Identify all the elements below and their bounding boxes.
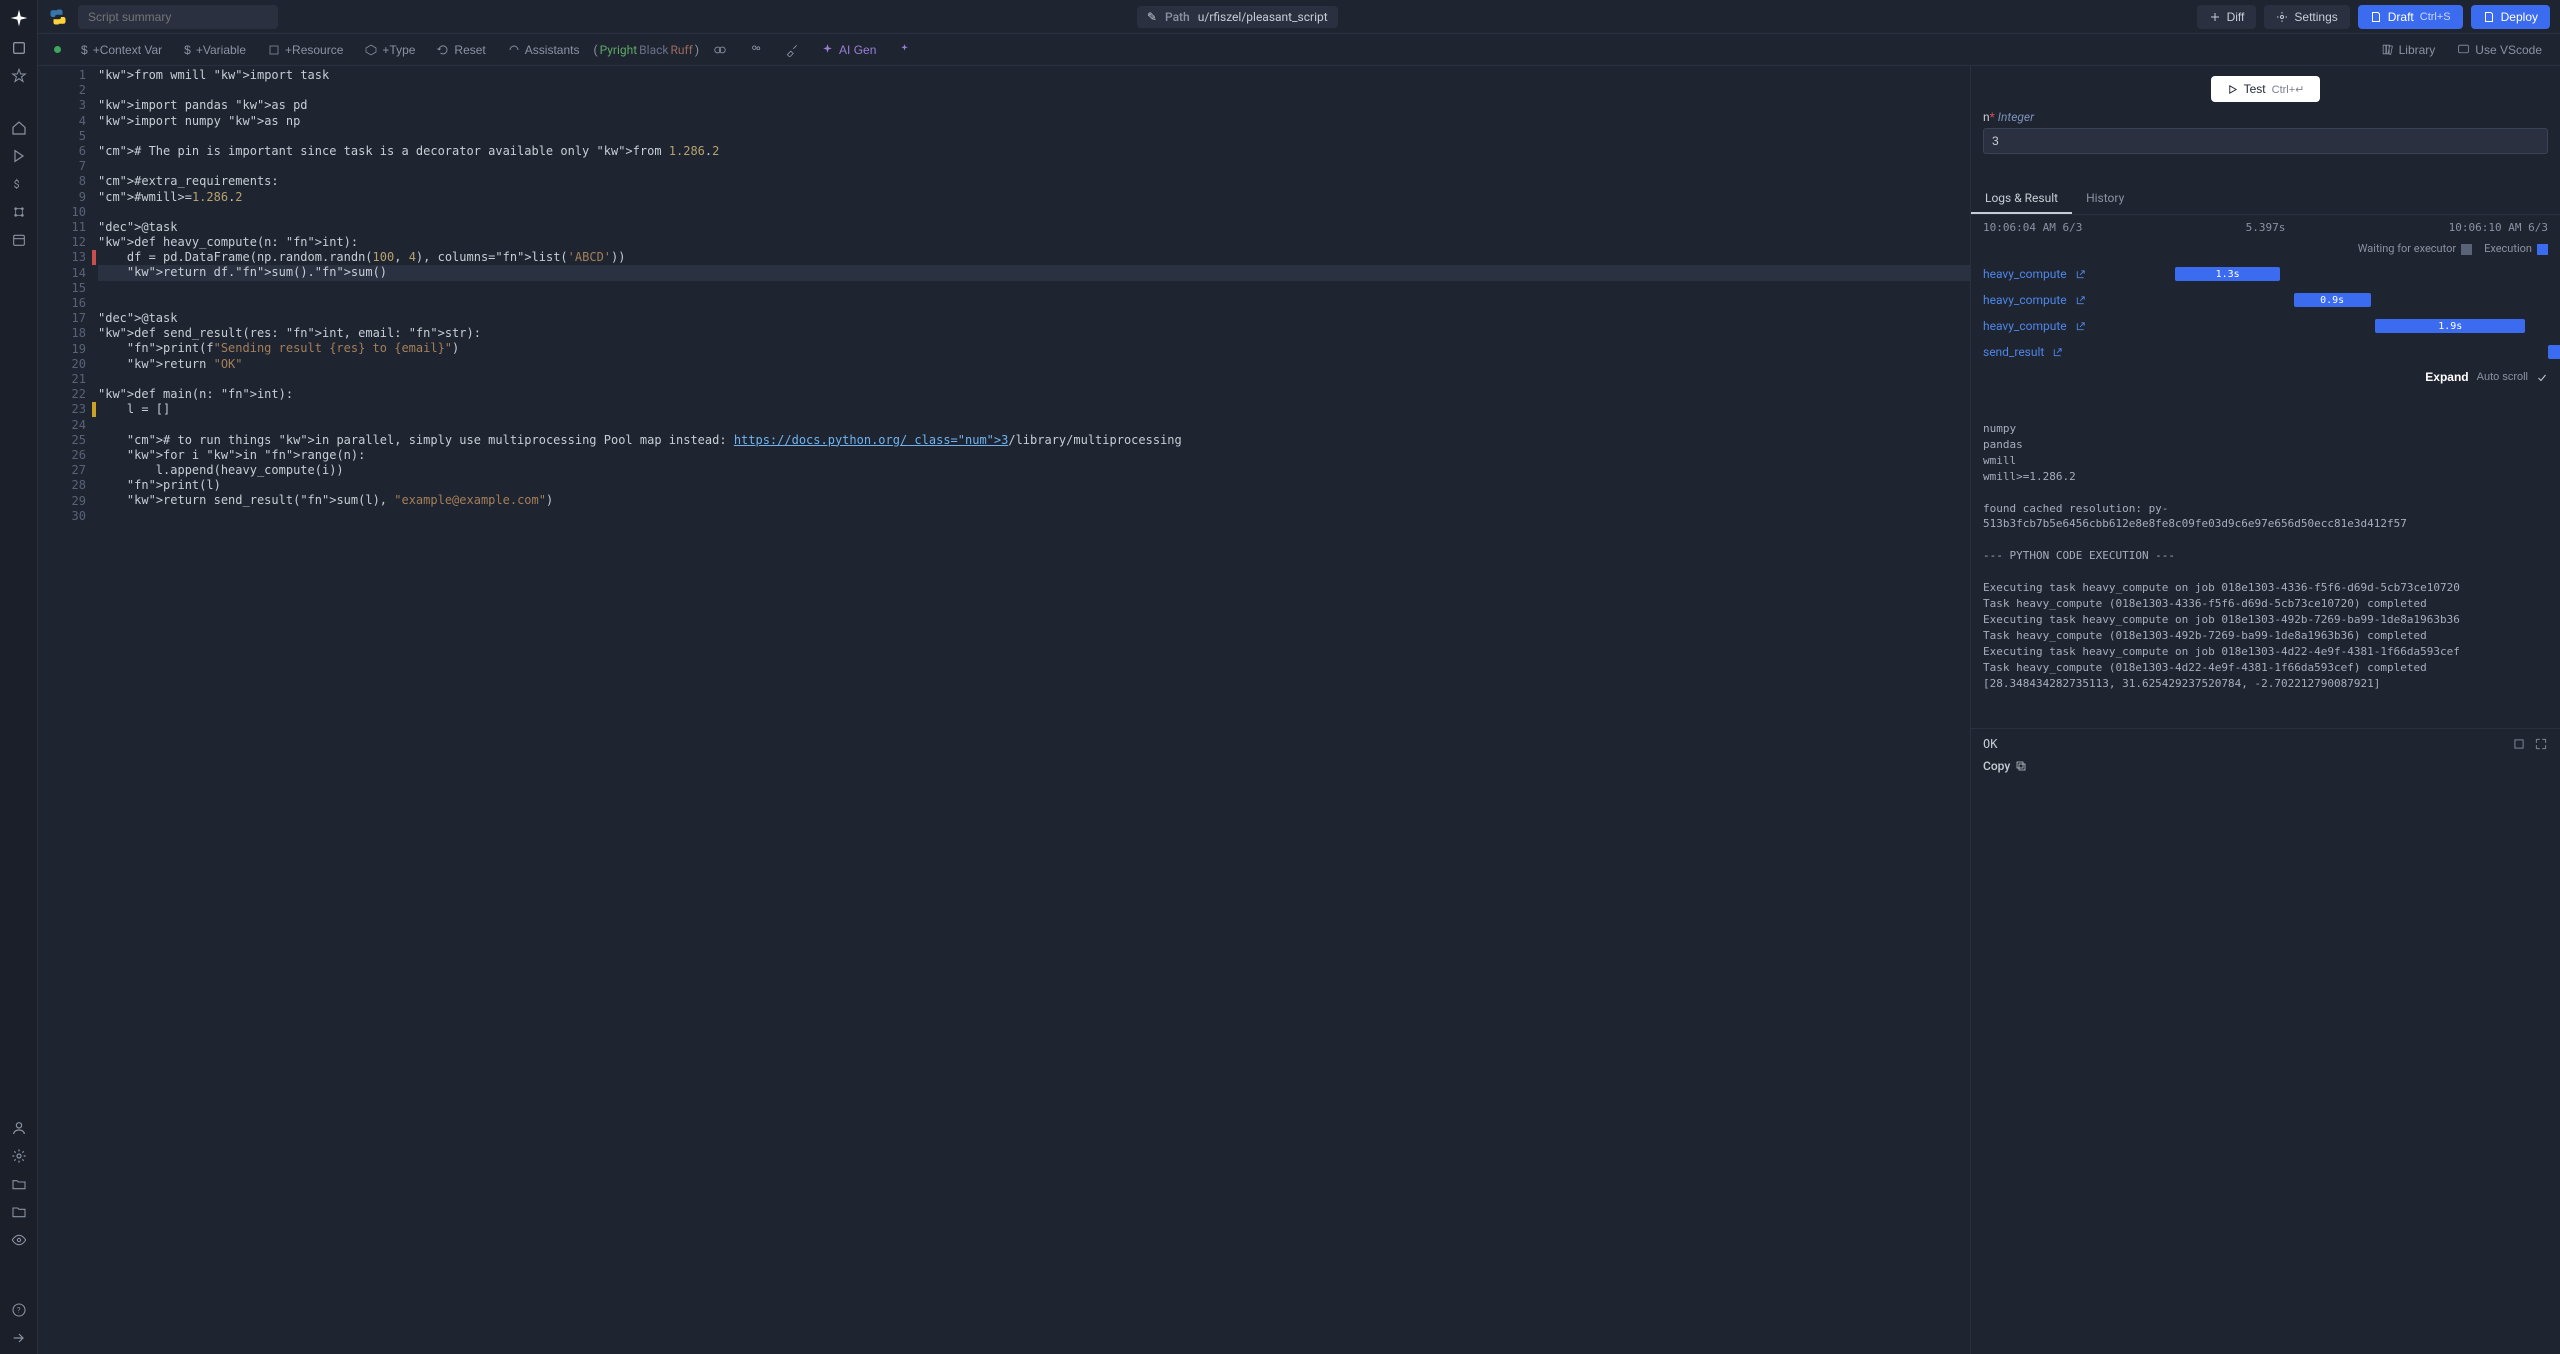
status-dot (54, 46, 61, 53)
meta-start: 10:06:04 AM 6/3 (1983, 221, 2082, 234)
pencil-icon: ✎ (1147, 10, 1157, 24)
test-shortcut: Ctrl+↵ (2272, 83, 2305, 96)
folder-icon[interactable] (11, 1204, 27, 1220)
code-area[interactable]: "kw">from wmill "kw">import task "kw">im… (98, 66, 1970, 1354)
workspace-icon[interactable] (11, 40, 27, 56)
ai-gen-button[interactable]: AI Gen (813, 39, 884, 61)
copy-button[interactable]: Copy (1983, 759, 2027, 773)
task-row: heavy_compute 0.9s (1983, 287, 2548, 313)
reset-button[interactable]: Reset (429, 39, 493, 61)
tab-history[interactable]: History (2072, 184, 2138, 214)
fullscreen-icon[interactable] (2534, 737, 2548, 751)
type-button[interactable]: +Type (357, 39, 423, 61)
line-gutter: 1234567891011121314151617181920212223242… (38, 66, 98, 1354)
gear-icon[interactable] (11, 1148, 27, 1164)
eye-icon[interactable] (11, 1232, 27, 1248)
diff-button[interactable]: Diff (2197, 5, 2257, 29)
variable-button[interactable]: $+Variable (176, 39, 254, 61)
external-link-icon[interactable] (2075, 269, 2086, 280)
task-row: heavy_compute 1.9s (1983, 313, 2548, 339)
output-value: OK (1983, 737, 2548, 751)
task-row: send_result 0.8s (1983, 339, 2548, 365)
task-rows: heavy_compute 1.3sheavy_compute 0.9sheav… (1971, 261, 2560, 365)
vscode-button[interactable]: Use VScode (2449, 39, 2550, 61)
resource-button[interactable]: +Resource (260, 39, 351, 61)
external-link-icon[interactable] (2052, 347, 2063, 358)
team-icon[interactable] (741, 39, 771, 61)
deploy-button[interactable]: Deploy (2471, 5, 2550, 29)
ruff-label: Ruff (670, 43, 692, 57)
external-link-icon[interactable] (2075, 295, 2086, 306)
draft-shortcut: Ctrl+S (2420, 11, 2451, 23)
windmill-logo (9, 8, 29, 28)
user-icon[interactable] (11, 1120, 27, 1136)
diff-label: Diff (2227, 10, 2245, 24)
run-meta: 10:06:04 AM 6/3 5.397s 10:06:10 AM 6/3 (1971, 215, 2560, 240)
path-chip[interactable]: ✎ Path u/rfiszel/pleasant_script (1137, 6, 1338, 28)
expand-button[interactable]: Expand (2425, 369, 2468, 386)
autoscroll-label: Auto scroll (2477, 370, 2528, 386)
pyright-label: Pyright (600, 43, 638, 57)
test-label: Test (2244, 82, 2266, 96)
log-output: Expand Auto scroll numpy pandas wmill wm… (1971, 365, 2560, 728)
resources-icon[interactable] (11, 204, 27, 220)
draft-button[interactable]: Draft Ctrl+S (2358, 5, 2463, 29)
test-button[interactable]: Test Ctrl+↵ (2211, 76, 2321, 102)
variables-icon[interactable]: $ (11, 176, 27, 192)
svg-text:?: ? (17, 1306, 21, 1315)
copy-json-icon[interactable] (2512, 737, 2526, 751)
task-link[interactable]: heavy_compute (1983, 319, 2067, 333)
path-value: u/rfiszel/pleasant_script (1198, 10, 1328, 24)
home-icon[interactable] (11, 120, 27, 136)
task-link[interactable]: send_result (1983, 345, 2044, 359)
toolbar: $+Context Var $+Variable +Resource +Type… (38, 34, 2560, 66)
assistants-list: (Pyright Black Ruff) (593, 43, 699, 57)
draft-label: Draft (2388, 10, 2414, 24)
meta-duration: 5.397s (2246, 221, 2286, 234)
task-link[interactable]: heavy_compute (1983, 293, 2067, 307)
sidebar-left: $ ? (0, 0, 38, 1354)
external-link-icon[interactable] (2075, 321, 2086, 332)
black-label: Black (639, 43, 668, 57)
settings-button[interactable]: Settings (2264, 5, 2349, 29)
star-icon[interactable] (11, 68, 27, 84)
editor-pane[interactable]: 1234567891011121314151617181920212223242… (38, 66, 1970, 1354)
python-icon (48, 7, 68, 27)
param-label: n* Integer (1983, 110, 2548, 124)
task-link[interactable]: heavy_compute (1983, 267, 2067, 281)
task-row: heavy_compute 1.3s (1983, 261, 2548, 287)
deploy-label: Deploy (2501, 10, 2538, 24)
legend: Waiting for executor Execution (1971, 240, 2560, 261)
assistants-button[interactable]: Assistants (500, 39, 588, 61)
runs-icon[interactable] (11, 148, 27, 164)
right-pane: Test Ctrl+↵ n* Integer Logs & Result His… (1970, 66, 2560, 1354)
ai-sparkle-icon[interactable] (890, 39, 919, 60)
settings-label: Settings (2294, 10, 2337, 24)
check-icon (2536, 372, 2548, 384)
path-label: Path (1165, 10, 1190, 24)
topbar: ✎ Path u/rfiszel/pleasant_script Diff Se… (38, 0, 2560, 34)
collapse-icon[interactable] (11, 1330, 27, 1346)
script-summary-input[interactable] (78, 5, 278, 29)
param-input-n[interactable] (1983, 128, 2548, 154)
brush-icon[interactable] (777, 39, 807, 61)
folder-open-icon[interactable] (11, 1176, 27, 1192)
schedules-icon[interactable] (11, 232, 27, 248)
tab-logs-result[interactable]: Logs & Result (1971, 184, 2072, 214)
library-button[interactable]: Library (2373, 39, 2444, 61)
svg-text:$: $ (13, 178, 19, 191)
meta-end: 10:06:10 AM 6/3 (2449, 221, 2548, 234)
toggle-icon[interactable] (705, 39, 735, 61)
context-var-button[interactable]: $+Context Var (73, 39, 170, 61)
log-text: numpy pandas wmill wmill>=1.286.2 found … (1983, 421, 2548, 692)
help-icon[interactable]: ? (11, 1302, 27, 1318)
